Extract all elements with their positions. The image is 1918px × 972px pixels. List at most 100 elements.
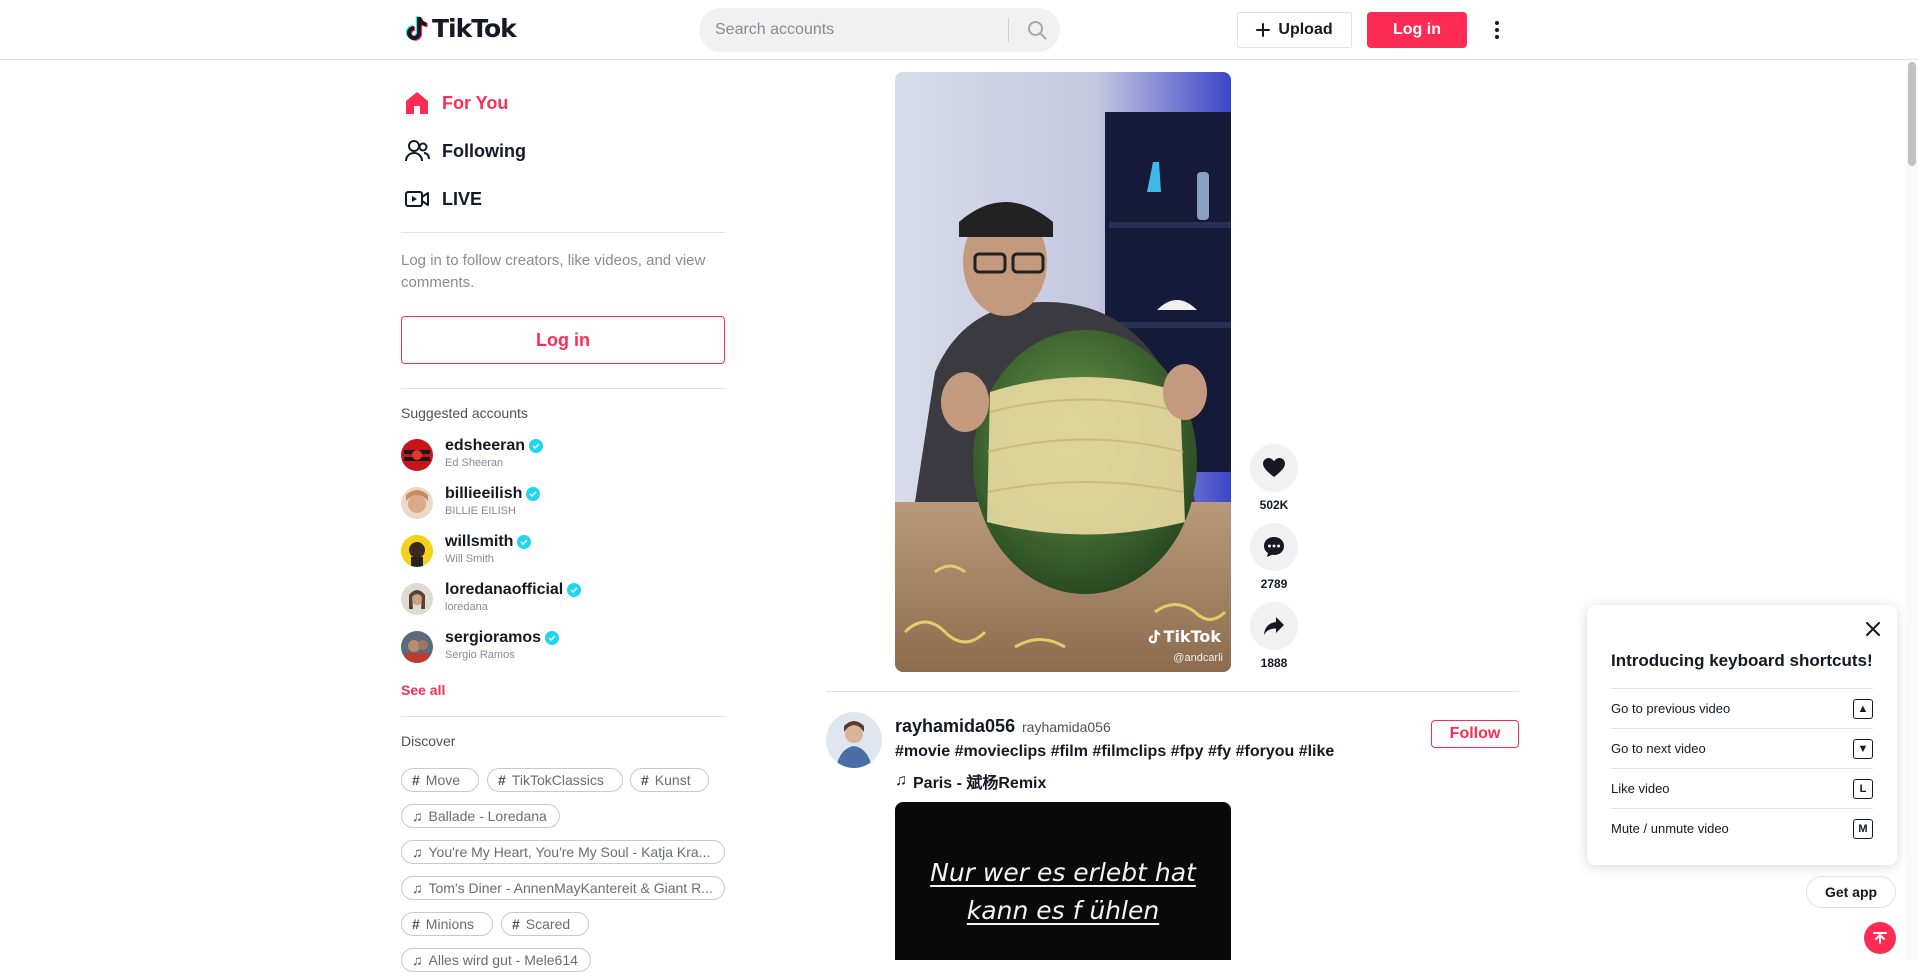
get-app-button[interactable]: Get app: [1806, 876, 1896, 908]
author-username[interactable]: rayhamida056: [895, 716, 1015, 737]
account-username: billieeilish: [445, 485, 541, 503]
discover-tag[interactable]: # Kunst: [630, 768, 709, 792]
avatar: [401, 583, 433, 615]
search-bar: [699, 8, 1060, 52]
live-camera-icon: [405, 191, 429, 207]
discover-tag[interactable]: ♫ You're My Heart, You're My Soul - Katj…: [401, 840, 725, 864]
suggested-account-loredanaofficial[interactable]: loredanaofficial loredana: [401, 579, 701, 619]
comment-count: 2789: [1260, 577, 1288, 591]
verified-badge-icon: [517, 535, 532, 549]
shortcut-row: Like video L: [1611, 768, 1873, 808]
discover-tag[interactable]: # Scared: [501, 912, 589, 936]
avatar: [401, 487, 433, 519]
account-display-name: Ed Sheeran: [445, 457, 504, 469]
back-to-top-button[interactable]: [1864, 922, 1896, 954]
keyboard-shortcuts-popup: Introducing keyboard shortcuts! Go to pr…: [1587, 605, 1897, 865]
discover-tag[interactable]: ♫ Alles wird gut - Mele614: [401, 948, 591, 972]
search-divider: [1008, 18, 1009, 42]
music-note-icon: ♫: [412, 844, 423, 860]
nav-following[interactable]: Following: [404, 138, 526, 164]
key-up-icon: ▲: [1853, 698, 1873, 719]
suggested-account-edsheeran[interactable]: edsheeran Ed Sheeran: [401, 435, 701, 475]
nav-for-you[interactable]: For You: [404, 90, 508, 116]
verified-badge-icon: [526, 487, 541, 501]
post-caption[interactable]: #movie #movieclips #film #filmclips #fpy…: [895, 743, 1334, 761]
author-avatar[interactable]: [826, 712, 882, 768]
scrollbar-track[interactable]: [1906, 60, 1918, 960]
account-username: loredanaofficial: [445, 581, 582, 599]
avatar: [401, 439, 433, 471]
discover-title: Discover: [401, 733, 456, 749]
close-button[interactable]: [1863, 619, 1883, 639]
video-player[interactable]: TikTok @andcarli: [895, 72, 1231, 672]
shortcut-row: Mute / unmute video M: [1611, 808, 1873, 848]
nav-label: Following: [442, 140, 526, 161]
account-display-name: BILLIE EILISH: [445, 505, 516, 517]
see-all-link[interactable]: See all: [401, 682, 445, 698]
search-icon: [1028, 21, 1047, 40]
suggested-account-sergioramos[interactable]: sergioramos Sergio Ramos: [401, 627, 701, 667]
close-icon: [1866, 622, 1880, 636]
like-button[interactable]: [1250, 444, 1298, 492]
share-count: 1888: [1260, 656, 1288, 670]
upload-label: Upload: [1278, 21, 1333, 38]
people-icon: [405, 140, 430, 162]
music-note-icon: ♫: [412, 880, 423, 896]
video-watermark: TikTok: [1147, 627, 1221, 646]
verified-badge-icon: [567, 583, 582, 597]
logo-text: TikTok: [432, 14, 517, 43]
more-menu-button[interactable]: [1485, 16, 1509, 44]
more-vertical-icon: [1495, 21, 1499, 39]
discover-tag[interactable]: ♫ Tom's Diner - AnnenMayKantereit & Gian…: [401, 876, 725, 900]
account-username: edsheeran: [445, 437, 544, 455]
video-thumbnail: [895, 72, 1231, 672]
discover-tag[interactable]: # Move: [401, 768, 479, 792]
login-prompt-text: Log in to follow creators, like videos, …: [401, 252, 706, 291]
share-button[interactable]: [1250, 602, 1298, 650]
suggested-account-billieeilish[interactable]: billieeilish BILLIE EILISH: [401, 483, 701, 523]
key-l-icon: L: [1853, 778, 1873, 799]
like-count: 502K: [1259, 498, 1289, 512]
suggested-accounts-title: Suggested accounts: [401, 405, 528, 421]
hashtag-icon: #: [412, 916, 420, 932]
discover-tag[interactable]: ♫ Ballade - Loredana: [401, 804, 560, 828]
sidebar-divider: [401, 388, 725, 389]
account-display-name: Sergio Ramos: [445, 649, 515, 661]
suggested-account-willsmith[interactable]: willsmith Will Smith: [401, 531, 701, 571]
discover-tag[interactable]: # TikTokClassics: [487, 768, 623, 792]
key-down-icon: ▼: [1853, 738, 1873, 759]
shortcut-row: Go to previous video ▲: [1611, 688, 1873, 728]
plus-icon: [1256, 23, 1271, 37]
nav-live[interactable]: LIVE: [404, 186, 482, 212]
account-display-name: Will Smith: [445, 553, 494, 565]
tiktok-logo[interactable]: TikTok: [404, 14, 517, 43]
search-input[interactable]: [715, 8, 1015, 52]
post-music[interactable]: ♫ Paris - 斌杨Remix: [895, 769, 1046, 793]
follow-button[interactable]: Follow: [1431, 720, 1519, 748]
scrollbar-thumb[interactable]: [1908, 62, 1916, 166]
comment-action[interactable]: 2789: [1250, 523, 1298, 591]
search-button[interactable]: [1017, 8, 1057, 52]
top-header: TikTok Upload Log in: [0, 0, 1918, 60]
sidebar-login-button[interactable]: Log in: [401, 316, 725, 364]
upload-button[interactable]: Upload: [1237, 12, 1352, 48]
avatar: [401, 631, 433, 663]
sidebar-divider: [401, 232, 725, 233]
verified-badge-icon: [529, 439, 544, 453]
hashtag-icon: #: [641, 772, 649, 788]
like-action[interactable]: 502K: [1250, 444, 1298, 512]
shortcut-row: Go to next video ▼: [1611, 728, 1873, 768]
header-login-button[interactable]: Log in: [1367, 12, 1467, 48]
author-nickname: rayhamida056: [1022, 719, 1111, 735]
video-player[interactable]: Nur wer es erlebt hat kann es f ühlen: [895, 802, 1231, 960]
comment-button[interactable]: [1250, 523, 1298, 571]
feed-divider: [826, 691, 1519, 692]
share-action[interactable]: 1888: [1250, 602, 1298, 670]
account-username: sergioramos: [445, 629, 560, 647]
account-display-name: loredana: [445, 601, 488, 613]
hashtag-icon: #: [498, 772, 506, 788]
sidebar-divider: [401, 716, 725, 717]
arrow-up-icon: [1873, 932, 1887, 944]
discover-tag[interactable]: # Minions: [401, 912, 493, 936]
account-username: willsmith: [445, 533, 532, 551]
